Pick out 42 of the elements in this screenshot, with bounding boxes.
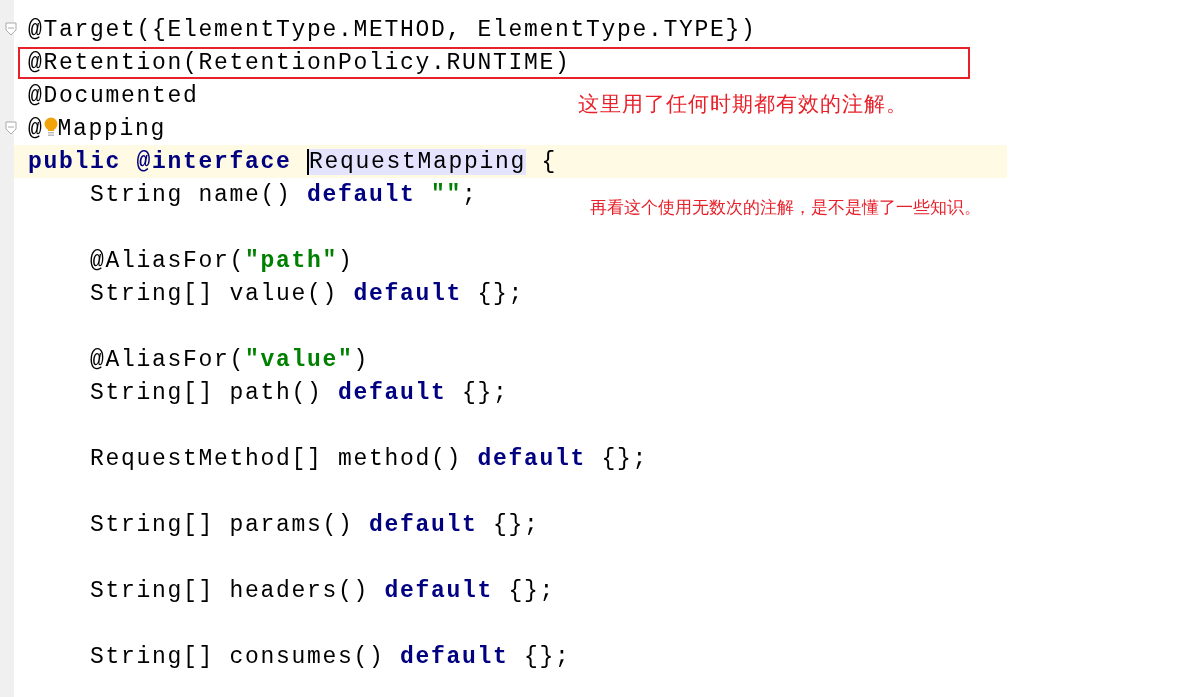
code-text: @AliasFor( <box>89 247 246 274</box>
keyword: default <box>384 577 494 604</box>
fold-icon[interactable] <box>5 22 17 36</box>
code-text: @AliasFor( <box>89 346 246 373</box>
keyword: default <box>338 379 447 406</box>
fold-icon[interactable] <box>5 121 17 135</box>
text-cursor <box>307 148 310 175</box>
identifier-highlight: RequestMapping <box>309 148 527 175</box>
code-text: {}; <box>492 511 540 538</box>
keyword: default <box>353 280 463 307</box>
code-text: String[] consumes() <box>89 643 386 670</box>
string-literal: "" <box>430 181 463 208</box>
code-text: {}; <box>507 577 556 604</box>
code-text: String[] params() <box>89 511 355 538</box>
annotation-note: 这里用了任何时期都有效的注解。 <box>578 91 908 118</box>
code-text: RequestMethod[] method() <box>89 445 464 472</box>
code-text: ) <box>353 346 370 373</box>
code-text: String name() <box>89 181 293 208</box>
annotation-note: 再看这个使用无数次的注解，是不是懂了一些知识。 <box>590 196 981 219</box>
code-text: {}; <box>523 643 571 670</box>
lightbulb-icon[interactable] <box>43 116 58 137</box>
code-text: ; <box>462 181 478 208</box>
code-text: {}; <box>461 379 509 406</box>
code-text: @Retention(RetentionPolicy.RUNTIME) <box>28 49 571 76</box>
code-text: @ <box>28 115 44 142</box>
code-text: { <box>540 148 558 175</box>
code-text: String[] path() <box>89 379 324 406</box>
keyword: default <box>400 643 509 670</box>
string-literal: "value" <box>245 346 354 373</box>
code-text: ) <box>338 247 354 274</box>
code-text: {}; <box>600 445 649 472</box>
code-text: String[] headers() <box>89 577 371 604</box>
keyword: public @interface <box>28 148 293 175</box>
keyword: default <box>307 181 416 208</box>
code-text: @Documented <box>28 82 199 109</box>
keyword: default <box>477 445 587 472</box>
keyword: default <box>369 511 478 538</box>
code-text: Mapping <box>57 115 167 142</box>
string-literal: "path" <box>245 247 339 274</box>
code-text: @Target({ElementType.METHOD, ElementType.TYPE}) <box>28 16 757 43</box>
code-text: {}; <box>476 280 525 307</box>
code-text: String[] value() <box>89 280 340 307</box>
